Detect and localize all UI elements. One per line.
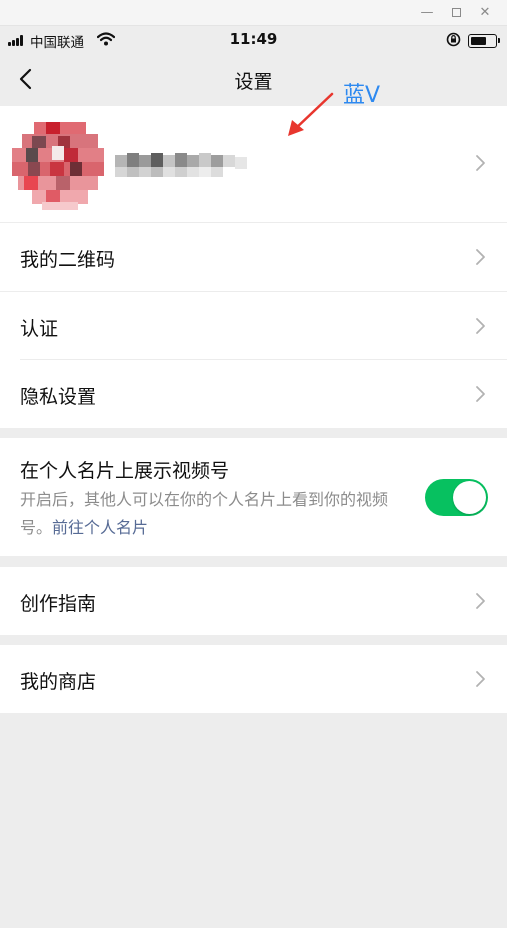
setting-title: 在个人名片上展示视频号 bbox=[20, 460, 230, 482]
orientation-lock-icon bbox=[446, 32, 461, 47]
battery-icon bbox=[468, 34, 500, 48]
menu-item-privacy[interactable]: 隐私设置 bbox=[0, 360, 507, 428]
menu-item-verification[interactable]: 认证 bbox=[0, 292, 507, 360]
window-title-bar: — ✕ bbox=[0, 0, 507, 26]
chevron-right-icon bbox=[476, 249, 485, 265]
status-time: 11:49 bbox=[229, 30, 278, 48]
chevron-right-icon bbox=[476, 318, 485, 334]
profile-card-link[interactable]: 前往个人名片 bbox=[52, 518, 148, 537]
menu-item-qr-code[interactable]: 我的二维码 bbox=[0, 223, 507, 291]
avatar bbox=[12, 122, 104, 210]
divider bbox=[20, 222, 507, 223]
chevron-right-icon bbox=[476, 671, 485, 687]
minimize-button[interactable]: — bbox=[418, 4, 436, 22]
setting-description: 开启后，其他人可以在你的个人名片上看到你的视频号。前往个人名片 bbox=[20, 486, 410, 542]
toggle-knob bbox=[453, 481, 486, 514]
menu-item-label: 认证 bbox=[20, 318, 59, 340]
menu-item-creation-guide[interactable]: 创作指南 bbox=[0, 567, 507, 635]
menu-item-label: 创作指南 bbox=[20, 593, 97, 615]
page-title: 设置 bbox=[234, 71, 273, 93]
status-bar: 中国联通 11:49 bbox=[0, 26, 507, 54]
menu-item-my-store[interactable]: 我的商店 bbox=[0, 645, 507, 713]
show-on-card-toggle[interactable] bbox=[425, 479, 488, 516]
maximize-button[interactable] bbox=[447, 4, 465, 22]
nickname-redacted bbox=[115, 153, 247, 177]
menu-item-label: 隐私设置 bbox=[20, 386, 97, 408]
chevron-right-icon bbox=[476, 386, 485, 402]
maximize-icon bbox=[451, 8, 461, 17]
annotation-arrow-icon bbox=[288, 92, 334, 136]
menu-item-label: 我的二维码 bbox=[20, 249, 116, 271]
chevron-right-icon bbox=[476, 155, 485, 171]
nav-bar: 设置 bbox=[0, 54, 507, 104]
annotation-label: 蓝V bbox=[343, 83, 381, 108]
close-button[interactable]: ✕ bbox=[476, 4, 494, 22]
chevron-right-icon bbox=[476, 593, 485, 609]
menu-item-label: 我的商店 bbox=[20, 671, 97, 693]
